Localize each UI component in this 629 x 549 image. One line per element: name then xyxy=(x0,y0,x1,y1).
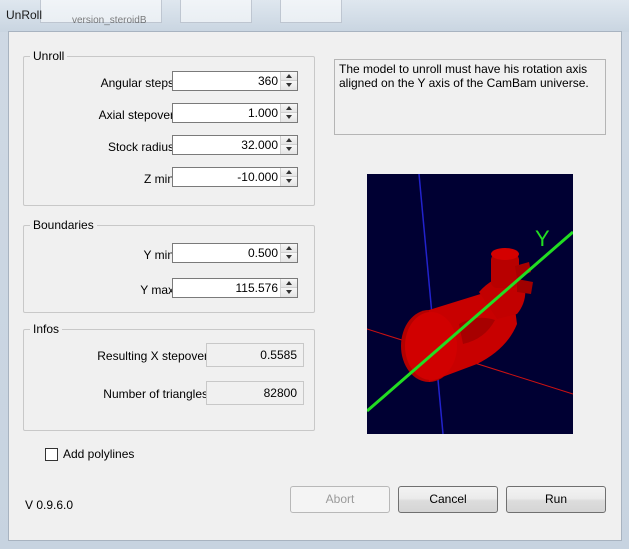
red-model-icon xyxy=(401,248,533,382)
spinner-buttons[interactable] xyxy=(280,279,297,297)
infos-group-title: Infos xyxy=(30,322,63,336)
spinner-buttons[interactable] xyxy=(280,244,297,262)
cancel-button[interactable]: Cancel xyxy=(398,486,498,513)
spinner-buttons[interactable] xyxy=(280,72,297,90)
spinner-buttons[interactable] xyxy=(280,104,297,122)
spinner-buttons[interactable] xyxy=(280,136,297,154)
background-tab-label: version_steroidB xyxy=(72,15,147,26)
dialog-client-area: Unroll Angular steps Axial stepover Stoc… xyxy=(8,31,622,541)
spinner-down-icon[interactable] xyxy=(281,81,297,90)
y-max-spinner[interactable] xyxy=(172,278,298,298)
angular-steps-label: Angular steps xyxy=(100,76,174,90)
version-label: V 0.9.6.0 xyxy=(25,498,74,512)
spinner-up-icon[interactable] xyxy=(281,168,297,177)
add-polylines-label[interactable]: Add polylines xyxy=(63,447,134,461)
spinner-down-icon[interactable] xyxy=(281,145,297,154)
spinner-up-icon[interactable] xyxy=(281,72,297,81)
unroll-group-title: Unroll xyxy=(30,49,68,63)
stock-radius-input[interactable] xyxy=(173,136,281,154)
unroll-dialog: version_steroidB UnRoll Unroll Angular s… xyxy=(0,0,629,549)
spinner-down-icon[interactable] xyxy=(281,253,297,262)
axial-stepover-spinner[interactable] xyxy=(172,103,298,123)
run-button[interactable]: Run xyxy=(506,486,606,513)
info-message-box: The model to unroll must have his rotati… xyxy=(334,59,606,135)
spinner-up-icon[interactable] xyxy=(281,136,297,145)
y-max-label: Y max xyxy=(140,283,174,297)
spinner-up-icon[interactable] xyxy=(281,104,297,113)
z-min-spinner[interactable] xyxy=(172,167,298,187)
model-preview-svg: Y xyxy=(367,174,573,434)
y-min-label: Y min xyxy=(143,248,174,262)
resulting-x-stepover-label: Resulting X stepover xyxy=(97,349,208,363)
stock-radius-label: Stock radius xyxy=(107,140,174,154)
unroll-group: Unroll Angular steps Axial stepover Stoc… xyxy=(23,49,315,206)
model-preview-viewport[interactable]: Y xyxy=(367,174,573,434)
spinner-down-icon[interactable] xyxy=(281,288,297,297)
resulting-x-stepover-value: 0.5585 xyxy=(206,343,304,367)
title-bar[interactable]: version_steroidB UnRoll xyxy=(0,0,629,32)
y-min-input[interactable] xyxy=(173,244,281,262)
window-title: UnRoll xyxy=(6,8,43,22)
boundaries-group-title: Boundaries xyxy=(30,218,97,232)
angular-steps-spinner[interactable] xyxy=(172,71,298,91)
infos-group: Infos Resulting X stepover 0.5585 Number… xyxy=(23,322,315,431)
spinner-buttons[interactable] xyxy=(280,168,297,186)
number-of-triangles-value: 82800 xyxy=(206,381,304,405)
y-min-spinner[interactable] xyxy=(172,243,298,263)
spinner-up-icon[interactable] xyxy=(281,279,297,288)
number-of-triangles-label: Number of triangles xyxy=(103,387,208,401)
boundaries-group: Boundaries Y min Y max xyxy=(23,218,315,313)
stock-radius-spinner[interactable] xyxy=(172,135,298,155)
spinner-up-icon[interactable] xyxy=(281,244,297,253)
abort-button[interactable]: Abort xyxy=(290,486,390,513)
y-axis-label: Y xyxy=(535,226,550,251)
z-min-input[interactable] xyxy=(173,168,281,186)
background-tab xyxy=(180,0,252,23)
z-min-label: Z min xyxy=(144,172,174,186)
y-max-input[interactable] xyxy=(173,279,281,297)
z-axis-line xyxy=(418,174,444,434)
angular-steps-input[interactable] xyxy=(173,72,281,90)
axial-stepover-input[interactable] xyxy=(173,104,281,122)
spinner-down-icon[interactable] xyxy=(281,177,297,186)
spinner-down-icon[interactable] xyxy=(281,113,297,122)
axial-stepover-label: Axial stepover xyxy=(98,108,174,122)
add-polylines-checkbox[interactable] xyxy=(45,448,58,461)
background-tab xyxy=(280,0,342,23)
